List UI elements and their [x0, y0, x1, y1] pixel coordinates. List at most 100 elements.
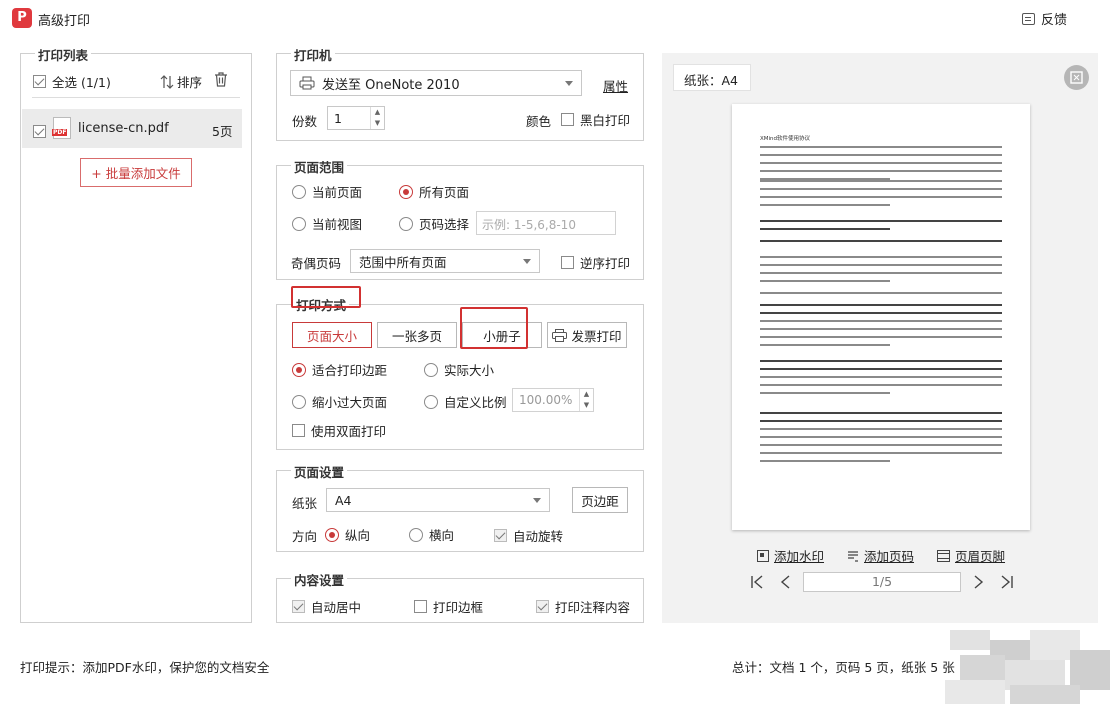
stepper-arrows-icon[interactable]: ▲ ▼: [579, 389, 593, 411]
radio-icon: [424, 362, 438, 377]
last-page-icon[interactable]: [1000, 575, 1014, 589]
header-footer-button[interactable]: 页眉页脚: [937, 546, 1005, 565]
custom-scale-radio[interactable]: 自定义比例: [424, 392, 507, 411]
preview-text-line: [760, 460, 890, 462]
invoice-printer-icon: [552, 328, 568, 342]
current-view-radio[interactable]: 当前视图: [292, 214, 362, 233]
reverse-print-checkbox[interactable]: 逆序打印: [561, 253, 630, 272]
preview-text-line: [760, 384, 1002, 386]
fullscreen-button[interactable]: [1064, 65, 1089, 90]
auto-center-checkbox[interactable]: 自动居中: [292, 597, 361, 616]
next-page-icon[interactable]: [971, 575, 985, 589]
print-border-check-icon: [414, 600, 427, 613]
add-watermark-button[interactable]: 添加水印: [757, 546, 824, 565]
bw-check-icon: [561, 113, 574, 126]
scale-value: 100.00%: [519, 393, 573, 407]
feedback-label: 反馈: [1041, 13, 1068, 28]
preview-text-line: [760, 328, 1002, 330]
radio-selected-icon: [399, 184, 413, 199]
preview-text-line: [760, 240, 1002, 242]
sort-button[interactable]: 排序: [160, 72, 202, 91]
batch-add-files-button[interactable]: + 批量添加文件: [80, 158, 192, 187]
preview-text-line: [760, 412, 1002, 414]
printer-select[interactable]: 发送至 OneNote 2010: [290, 70, 582, 96]
paper-value: A4: [335, 492, 352, 508]
header-footer-label: 页眉页脚: [955, 549, 1006, 564]
highlight-box: [460, 307, 528, 349]
pdf-badge: PDF: [52, 129, 68, 136]
print-annotations-checkbox[interactable]: 打印注释内容: [536, 597, 630, 616]
actual-size-radio[interactable]: 实际大小: [424, 360, 494, 379]
scale-stepper[interactable]: 100.00% ▲ ▼: [512, 388, 594, 412]
sort-icon: [160, 74, 174, 89]
page-select-radio[interactable]: 页码选择: [399, 214, 469, 233]
portrait-radio[interactable]: 纵向: [325, 525, 370, 544]
prev-page-icon[interactable]: [779, 575, 793, 589]
bw-print-label: 黑白打印: [580, 113, 631, 128]
stepper-arrows-icon[interactable]: ▲ ▼: [370, 107, 384, 129]
select-all-checkbox[interactable]: 全选 (1/1): [33, 72, 111, 91]
window-title: 高级打印: [38, 14, 91, 29]
preview-text-line: [760, 344, 890, 346]
auto-rotate-label: 自动旋转: [513, 529, 564, 544]
odd-even-label: 奇偶页码: [291, 256, 342, 271]
duplex-checkbox[interactable]: 使用双面打印: [292, 421, 386, 440]
radio-icon: [424, 394, 438, 409]
margins-button[interactable]: 页边距: [572, 487, 628, 513]
preview-text-line: [760, 392, 890, 394]
tab-page-size[interactable]: 页面大小: [292, 322, 372, 348]
page-indicator-input[interactable]: 1/5: [803, 572, 961, 592]
preview-text-line: [760, 188, 1002, 190]
sort-label: 排序: [177, 75, 203, 90]
print-border-checkbox[interactable]: 打印边框: [414, 597, 483, 616]
radio-selected-icon: [325, 527, 339, 542]
first-page-icon[interactable]: [750, 575, 764, 589]
page-select-input[interactable]: 示例: 1-5,6,8-10: [476, 211, 616, 235]
print-summary: 总计：文档 1 个，页码 5 页，纸张 5 张: [732, 660, 955, 675]
all-pages-label: 所有页面: [419, 185, 470, 200]
preview-text-line: [760, 180, 1002, 182]
current-page-radio[interactable]: 当前页面: [292, 182, 362, 201]
shrink-large-radio[interactable]: 缩小过大页面: [292, 392, 387, 411]
copies-stepper[interactable]: 1 ▲ ▼: [327, 106, 385, 130]
radio-icon: [409, 527, 423, 542]
tab-invoice-print[interactable]: 发票打印: [547, 322, 627, 348]
preview-text-line: [760, 162, 1002, 164]
bw-print-checkbox[interactable]: 黑白打印: [561, 110, 630, 129]
radio-icon: [399, 216, 413, 231]
page-range-label: 页面范围: [291, 157, 348, 176]
mosaic-cell: [950, 630, 990, 650]
odd-even-select[interactable]: 范围中所有页面: [350, 249, 540, 273]
list-divider: [32, 97, 240, 98]
select-all-check-icon: [33, 75, 46, 88]
chevron-down-icon: [565, 80, 573, 86]
landscape-radio[interactable]: 横向: [409, 525, 454, 544]
printer-properties-link[interactable]: 属性: [603, 76, 628, 95]
file-name: license-cn.pdf: [78, 121, 169, 136]
chevron-down-icon: [523, 258, 531, 264]
current-page-label: 当前页面: [312, 185, 363, 200]
auto-center-label: 自动居中: [311, 600, 362, 615]
add-page-number-button[interactable]: 添加页码: [847, 546, 914, 565]
all-pages-radio[interactable]: 所有页面: [399, 182, 469, 201]
trash-icon[interactable]: [214, 72, 228, 87]
page-number-icon: [848, 550, 858, 562]
print-tip: 打印提示：添加PDF水印，保护您的文档安全: [20, 660, 270, 675]
tab-multi-page[interactable]: 一张多页: [377, 322, 457, 348]
paper-select[interactable]: A4: [326, 488, 550, 512]
printer-name: 发送至 OneNote 2010: [322, 77, 460, 93]
copies-value: 1: [334, 110, 342, 126]
auto-rotate-checkbox[interactable]: 自动旋转: [494, 526, 563, 545]
preview-paper-label: 纸张：A4: [673, 64, 751, 91]
fullscreen-icon: [1070, 71, 1083, 84]
page-setup-label: 页面设置: [291, 462, 348, 481]
file-checkbox[interactable]: [33, 125, 46, 138]
app-logo: P: [12, 8, 32, 28]
preview-text-line: [760, 436, 1002, 438]
fit-margins-radio[interactable]: 适合打印边距: [292, 360, 387, 379]
feedback-button[interactable]: 反馈: [1022, 9, 1067, 28]
preview-text-line: [760, 312, 1002, 314]
duplex-check-icon: [292, 424, 305, 437]
select-all-label: 全选 (1/1): [52, 75, 111, 90]
preview-text-line: [760, 428, 1002, 430]
